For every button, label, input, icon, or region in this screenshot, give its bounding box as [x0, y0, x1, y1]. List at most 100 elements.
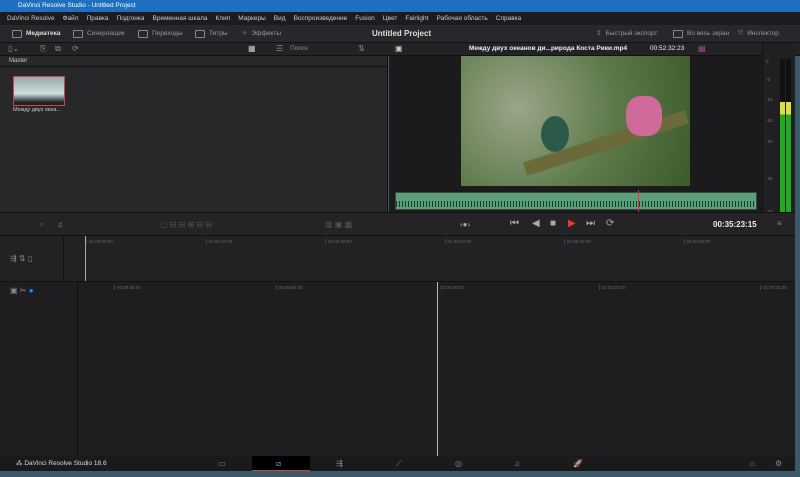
menu-item[interactable]: DaVinci Resolve: [7, 12, 55, 25]
titles-icon: [195, 30, 205, 38]
go-to-end-icon[interactable]: ⏭: [586, 218, 595, 229]
lower-playhead[interactable]: [437, 282, 438, 457]
export-icon: ⇪: [596, 25, 601, 43]
titles-button[interactable]: Титры: [195, 25, 228, 43]
media-pool-button[interactable]: Медиатека: [12, 25, 60, 43]
meter-left: [780, 59, 785, 229]
menu-item[interactable]: Справка: [496, 12, 522, 25]
jog-icon[interactable]: ‹●›: [460, 220, 470, 229]
menu-item[interactable]: Клип: [216, 12, 231, 25]
inspector-button[interactable]: ⤧Инспектор: [738, 25, 779, 43]
ruler-tick-label: 01:00:02:00: [599, 285, 626, 290]
ruler-tick-label: 00:59:58:00: [276, 285, 303, 290]
menu-item[interactable]: Файл: [63, 12, 79, 25]
title-bar: DaVinci Resolve Studio - Untitled Projec…: [0, 0, 800, 12]
track-tools-icon[interactable]: ⇶ ⇅ ▯: [10, 254, 32, 263]
sort-icon[interactable]: ⇅: [358, 44, 365, 53]
play-icon[interactable]: ▶: [568, 218, 576, 229]
fullscreen-icon: [673, 30, 683, 38]
play-reverse-icon[interactable]: ◀: [532, 218, 540, 229]
ruler-tick-label: 01:00:20:00: [325, 239, 352, 244]
list-view-icon[interactable]: ☰: [276, 44, 283, 53]
page-cut-icon[interactable]: ⧄: [276, 459, 281, 469]
fullscreen-button[interactable]: Во весь экран: [673, 25, 729, 43]
ruler-tick-label: 01:00:40:00: [564, 239, 591, 244]
inspector-icon: ⤧: [738, 25, 743, 43]
settings-icon[interactable]: ⚙: [775, 459, 782, 468]
menu-bar: DaVinci Resolve Файл Правка Подгонка Временн…: [0, 12, 800, 25]
upper-timeline[interactable]: ⇶ ⇅ ▯ 01:00:00:00 01:00:10:00 01:00:20:00 0…: [0, 236, 795, 281]
menu-item[interactable]: Маркеры: [238, 12, 266, 25]
menu-item[interactable]: Рабочая область: [436, 12, 487, 25]
video-frame: [461, 56, 690, 186]
track-header: ▣ ✂ ●: [0, 282, 78, 457]
bin-label: Master: [0, 56, 387, 67]
window-title: DaVinci Resolve Studio - Untitled Projec…: [18, 2, 136, 9]
meter-scale-label: -30: [766, 176, 773, 181]
sync-icon[interactable]: ⟳: [72, 44, 79, 53]
menu-item[interactable]: Правка: [87, 12, 109, 25]
project-title: Untitled Project: [372, 25, 431, 43]
page-edit-icon[interactable]: ⇶: [336, 459, 343, 468]
page-media-icon[interactable]: ▭: [218, 459, 226, 468]
new-bin-icon[interactable]: ⧉: [55, 44, 61, 54]
menu-item[interactable]: Цвет: [383, 12, 398, 25]
search-input[interactable]: Поиск: [290, 45, 308, 52]
edit-icons[interactable]: ▢ ⊟ ⊟ ⊞ ⊟ ⊟: [160, 220, 212, 229]
viewer-options-icon[interactable]: ▤: [698, 44, 706, 53]
menu-item[interactable]: Вид: [274, 12, 286, 25]
panel-toggle-icon[interactable]: ▯⌄: [8, 44, 19, 53]
meter-scale-label: 0: [766, 59, 769, 64]
loop-icon[interactable]: ⟳: [606, 218, 614, 229]
clip-thumbnail[interactable]: [13, 76, 65, 106]
quick-export-button[interactable]: ⇪Быстрый экспорт: [596, 25, 657, 43]
meter-scale-label: -15: [766, 118, 773, 123]
viewer-mode-icon[interactable]: ▣: [395, 44, 403, 53]
page-fusion-icon[interactable]: ⟋: [396, 459, 402, 469]
lower-timeline[interactable]: ▣ ✂ ● 00:59:56:0000:59:58:0001:00:00:000…: [0, 281, 795, 456]
page-deliver-icon[interactable]: 🚀: [573, 459, 583, 468]
effects-icon: ✧: [242, 25, 247, 43]
menu-item[interactable]: Fusion: [355, 12, 375, 25]
stop-icon[interactable]: ■: [550, 218, 556, 229]
page-color-icon[interactable]: ◎: [455, 459, 462, 468]
menu-item[interactable]: Временная шкала: [153, 12, 208, 25]
app-version: ⁂ DaVinci Resolve Studio 18.6: [16, 459, 107, 467]
effects-button[interactable]: ✧Эффекты: [242, 25, 281, 43]
current-timecode: 00:35:23:15: [713, 220, 757, 229]
page-fairlight-icon[interactable]: ♫: [514, 459, 520, 468]
ruler-tick-label: 01:00:10:00: [206, 239, 233, 244]
ruler-tick-label: 01:00:04:00: [760, 285, 787, 290]
meter-scale-label: -5: [766, 77, 770, 82]
home-icon[interactable]: ⌂: [750, 459, 755, 468]
audio-meters: 0-5-10-15-20-30-40-50: [762, 43, 795, 233]
transitions-icon: [138, 30, 148, 38]
flower: [626, 96, 662, 136]
overlay-icons[interactable]: ▥ ▣ ▩: [325, 220, 352, 229]
upper-playhead[interactable]: [85, 236, 86, 281]
ruler-tick-label: 01:00:00:00: [86, 239, 113, 244]
menu-item[interactable]: Подгонка: [117, 12, 145, 25]
meter-scale-label: -20: [766, 139, 773, 144]
import-icon[interactable]: ⎘: [40, 44, 46, 54]
meter-scale-label: -10: [766, 97, 773, 102]
track-icons[interactable]: ▣ ✂ ●: [10, 286, 34, 295]
menu-item[interactable]: Fairlight: [405, 12, 428, 25]
clip-label: Между двух океа...: [13, 107, 61, 113]
status-bar: ⁂ DaVinci Resolve Studio 18.6 ▭ ⧄ ⇶ ⟋ ◎ …: [0, 456, 795, 471]
menu-item[interactable]: Воспроизведение: [294, 12, 348, 25]
audio-waveform[interactable]: [395, 192, 757, 210]
audio-only-icon[interactable]: ♫: [57, 220, 63, 229]
menu-icon[interactable]: ≡: [777, 219, 782, 228]
media-pool: Master Между двух океа...: [0, 56, 388, 212]
meter-right: [786, 59, 791, 229]
sync-bin-button[interactable]: Синхроящик: [73, 25, 125, 43]
go-to-start-icon[interactable]: ⏮: [510, 218, 519, 229]
transitions-button[interactable]: Переходы: [138, 25, 183, 43]
transport-bar: ▫ ♫ ▢ ⊟ ⊟ ⊞ ⊟ ⊟ ▥ ▣ ▩ ‹●› ⏮ ◀ ■ ▶ ⏭ ⟳ 00…: [0, 212, 795, 236]
grid-view-icon[interactable]: ▦: [248, 44, 256, 53]
ruler-tick-label: 00:59:56:00: [114, 285, 141, 290]
playhead-marker[interactable]: [638, 190, 639, 212]
video-only-icon[interactable]: ▫: [40, 220, 43, 229]
sync-icon: [73, 30, 83, 38]
